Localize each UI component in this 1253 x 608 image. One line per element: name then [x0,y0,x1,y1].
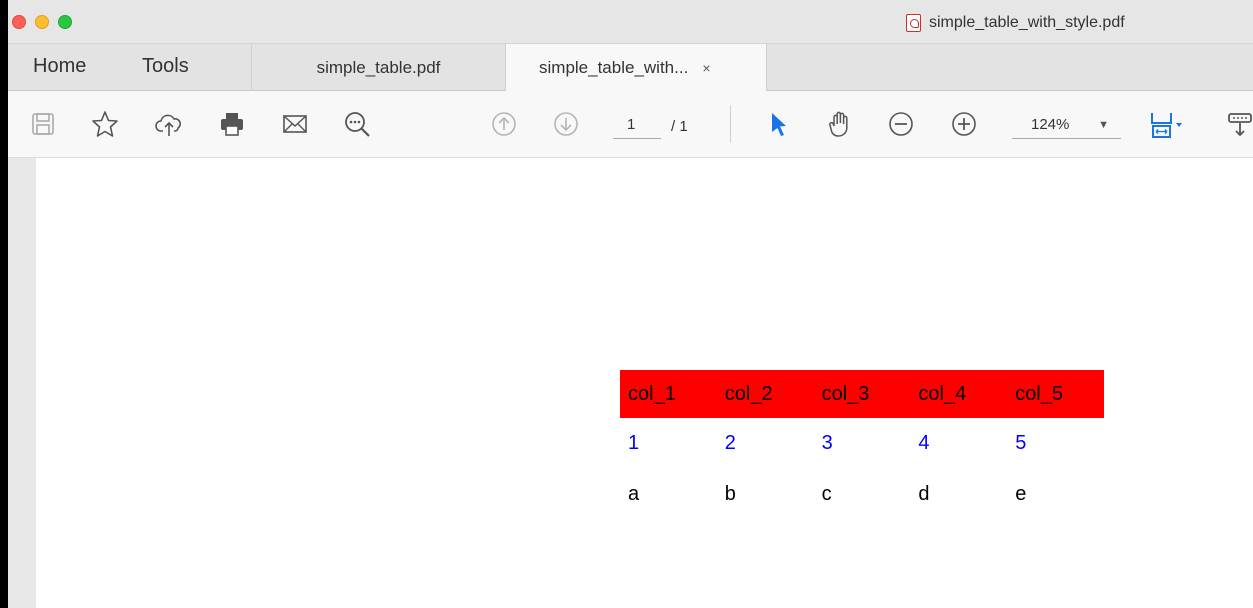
fit-page-icon[interactable] [1147,109,1187,139]
table-header-cell: col_2 [716,370,814,418]
tab-simple-table-with-style[interactable]: simple_table_with... × [505,44,767,92]
pdf-file-icon [906,14,921,32]
zoom-level-select[interactable]: 124% ▼ [1012,113,1121,139]
tab-label: simple_table.pdf [316,57,441,77]
table-header-cell: col_4 [910,370,1008,418]
chevron-down-icon: ▼ [1098,119,1109,131]
table-cell: b [724,483,736,505]
close-window-button[interactable] [12,15,26,29]
table-row: 1 2 3 4 5 [620,418,1104,469]
page-number-input[interactable]: 1 [613,113,661,139]
table-cell: a [628,483,640,505]
table-cell: 2 [724,432,736,454]
table-cell: d [918,483,930,505]
zoom-out-icon[interactable] [886,109,916,139]
prev-page-icon[interactable] [489,109,519,139]
app-window: simple_table_with_style.pdf Home Tools s… [8,0,1253,608]
zoom-in-icon[interactable] [949,109,979,139]
mail-icon[interactable] [280,109,310,139]
table-cell: 1 [628,432,640,454]
home-link[interactable]: Home [33,55,86,78]
toolbar: 1 / 1 124% ▼ [8,91,1253,158]
more-tools-icon[interactable] [1226,109,1253,139]
window-title-text: simple_table_with_style.pdf [929,14,1125,31]
table-cell: 4 [918,432,930,454]
tab-simple-table[interactable]: simple_table.pdf [251,44,505,91]
table-cell: 3 [821,432,833,454]
cloud-upload-icon[interactable] [154,109,184,139]
table-header-cell: col_1 [620,370,717,418]
table-cell: e [1015,483,1027,505]
page-total: / 1 [671,118,688,135]
next-page-icon[interactable] [551,109,581,139]
window-title: simple_table_with_style.pdf [906,14,1125,32]
title-bar: simple_table_with_style.pdf [8,0,1253,44]
left-gutter [8,158,36,608]
tab-label: simple_table_with... [539,58,689,77]
table-cell: 5 [1015,432,1027,454]
find-icon[interactable] [342,109,372,139]
tools-link[interactable]: Tools [142,55,189,78]
hand-icon[interactable] [825,109,855,139]
document-view[interactable]: col_1 col_2 col_3 col_4 col_5 1 2 3 4 5 … [8,158,1253,608]
select-arrow-icon[interactable] [764,109,794,139]
table-header-cell: col_5 [1007,370,1104,418]
table-cell: c [821,483,832,505]
star-icon[interactable] [90,109,120,139]
maximize-window-button[interactable] [58,15,72,29]
toolbar-divider [730,105,731,143]
tab-bar: Home Tools simple_table.pdf simple_table… [8,44,1253,92]
zoom-level: 124% [1031,116,1070,133]
table-header-row: col_1 col_2 col_3 col_4 col_5 [620,370,1104,418]
pdf-table: col_1 col_2 col_3 col_4 col_5 1 2 3 4 5 … [620,370,1104,520]
minimize-window-button[interactable] [35,15,49,29]
save-icon[interactable] [28,109,58,139]
close-tab-icon[interactable]: × [702,60,710,76]
table-header-cell: col_3 [813,370,911,418]
table-row: a b c d e [620,469,1104,520]
print-icon[interactable] [217,109,247,139]
